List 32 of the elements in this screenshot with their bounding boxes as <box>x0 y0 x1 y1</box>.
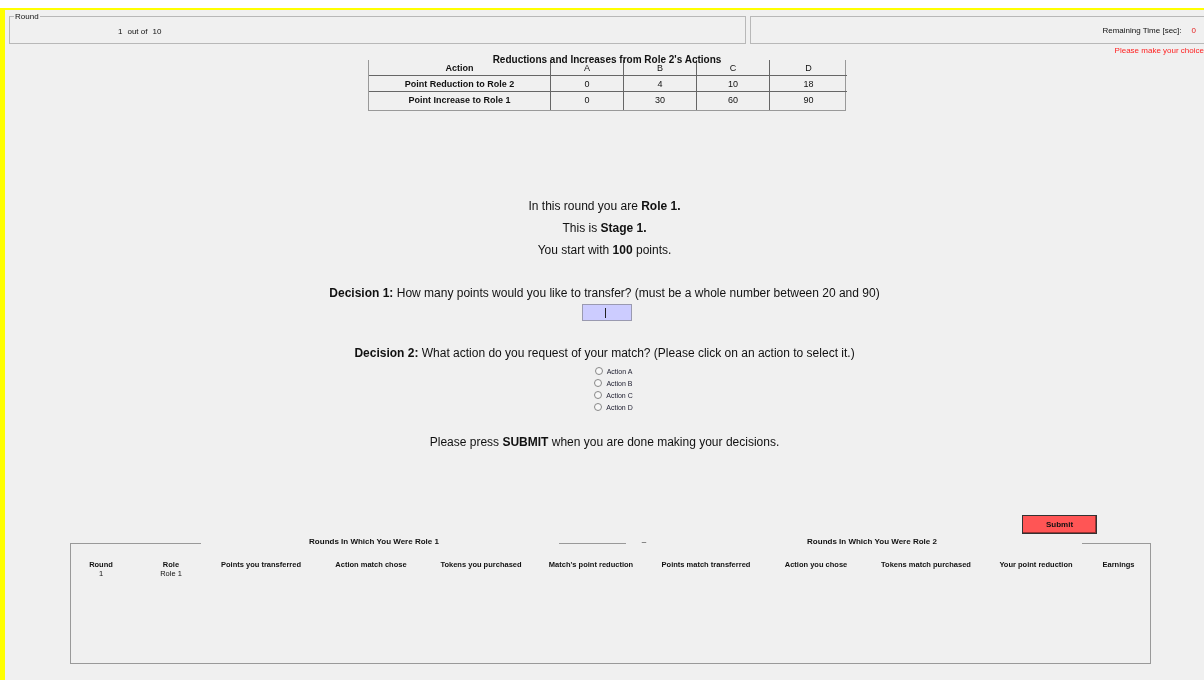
info-text: In this round you are Role 1. <box>527 198 682 215</box>
round-total: 10 <box>152 27 162 36</box>
submit-button[interactable]: Submit <box>1022 515 1097 534</box>
table-cell: 4 <box>624 76 697 92</box>
table-cell: 0 <box>551 92 624 110</box>
radio-button[interactable] <box>594 403 603 411</box>
radio-button[interactable] <box>594 379 603 387</box>
table-cell: 60 <box>697 92 770 110</box>
instruction-text: Please press SUBMIT when you are done making your decisions. <box>428 435 781 449</box>
group-title: Rounds In Which You Were Role 1 <box>201 537 559 546</box>
radio-button[interactable] <box>594 391 603 399</box>
row-header: Point Increase to Role 1 <box>369 92 551 110</box>
info-text: This is Stage 1. <box>561 220 648 237</box>
table-cell-text: 90 <box>802 94 815 107</box>
table-cell: 30 <box>624 92 697 110</box>
timer-value: 0 <box>1191 25 1196 35</box>
timer-label: Remaining Time [sec]: <box>1102 25 1182 35</box>
table-cell: 18 <box>770 76 847 92</box>
table-cell: 0 <box>551 76 624 92</box>
info-text: You start with 100 points. <box>536 242 673 259</box>
row-header: Point Reduction to Role 2 <box>369 76 551 92</box>
column-header: D <box>770 60 847 76</box>
round-number: 1 <box>118 27 123 36</box>
panel-legend: Round <box>14 12 40 22</box>
round-separator: out of <box>127 27 148 36</box>
decision-prompt: Decision 2: What action do you request of your match? (Please click on an action to select it.) <box>353 346 856 360</box>
table-cell: 10 <box>697 76 770 92</box>
points-input-field[interactable] <box>582 304 632 321</box>
group-title: Rounds In Which You Were Role 2 <box>662 537 1082 546</box>
radio-button[interactable] <box>594 367 603 375</box>
warning-message: Please make your choice <box>1113 45 1204 55</box>
decision-prompt: Decision 1: How many points would you like to transfer? (must be a whole number between 20 and 90) <box>328 286 881 300</box>
